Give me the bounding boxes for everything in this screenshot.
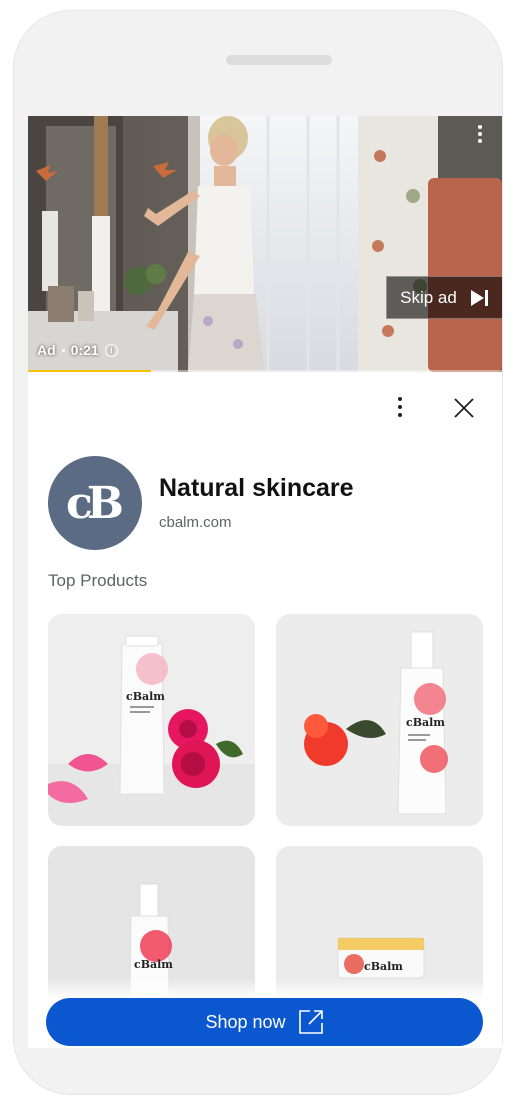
product-image: cBalm	[276, 614, 483, 826]
product-brand-label: cBalm	[406, 716, 445, 729]
product-card-1[interactable]: cBalm	[48, 614, 255, 826]
brand-logo[interactable]: cB	[48, 456, 142, 550]
info-icon[interactable]: i	[104, 343, 118, 357]
shop-now-button[interactable]: Shop now	[46, 998, 483, 1046]
ad-badge: Ad 0:21 i	[37, 342, 118, 358]
more-vert-icon-dot	[478, 139, 482, 143]
more-vert-icon	[478, 125, 482, 129]
video-more-button[interactable]	[470, 122, 490, 146]
skip-next-icon	[470, 289, 488, 306]
close-icon	[454, 398, 474, 418]
skip-ad-label: Skip ad	[400, 287, 457, 307]
product-image: cBalm	[48, 614, 255, 826]
ad-time: 0:21	[70, 342, 99, 358]
more-vert-icon-dot	[398, 405, 402, 409]
phone-speaker	[226, 55, 332, 65]
ad-progress-bar	[28, 370, 502, 372]
section-title: Top Products	[48, 571, 148, 590]
panel-more-button[interactable]	[390, 394, 410, 420]
ad-screen: Skip ad Ad 0:21 i cB Natural skincare cb…	[28, 116, 502, 1048]
brand-logo-text: cB	[66, 477, 124, 529]
shop-now-label: Shop now	[205, 1011, 286, 1032]
more-vert-icon-dot	[478, 132, 482, 136]
skip-ad-button[interactable]: Skip ad	[386, 276, 502, 319]
separator-dot	[61, 348, 65, 352]
video-frame-image	[28, 116, 502, 372]
ad-label: Ad	[37, 342, 56, 358]
open-external-icon	[298, 1010, 323, 1034]
video-player[interactable]: Skip ad Ad 0:21 i	[28, 116, 502, 372]
product-card-2[interactable]: cBalm	[276, 614, 483, 826]
product-brand-label: cBalm	[126, 690, 165, 703]
more-vert-icon-dot	[398, 413, 402, 417]
close-button[interactable]	[452, 396, 476, 420]
more-vert-icon	[398, 397, 402, 401]
brand-title[interactable]: Natural skincare	[159, 474, 354, 503]
product-brand-label: cBalm	[364, 960, 403, 973]
ad-progress-fill	[28, 370, 152, 372]
product-brand-label: cBalm	[134, 958, 173, 971]
brand-url[interactable]: cbalm.com	[159, 514, 232, 531]
